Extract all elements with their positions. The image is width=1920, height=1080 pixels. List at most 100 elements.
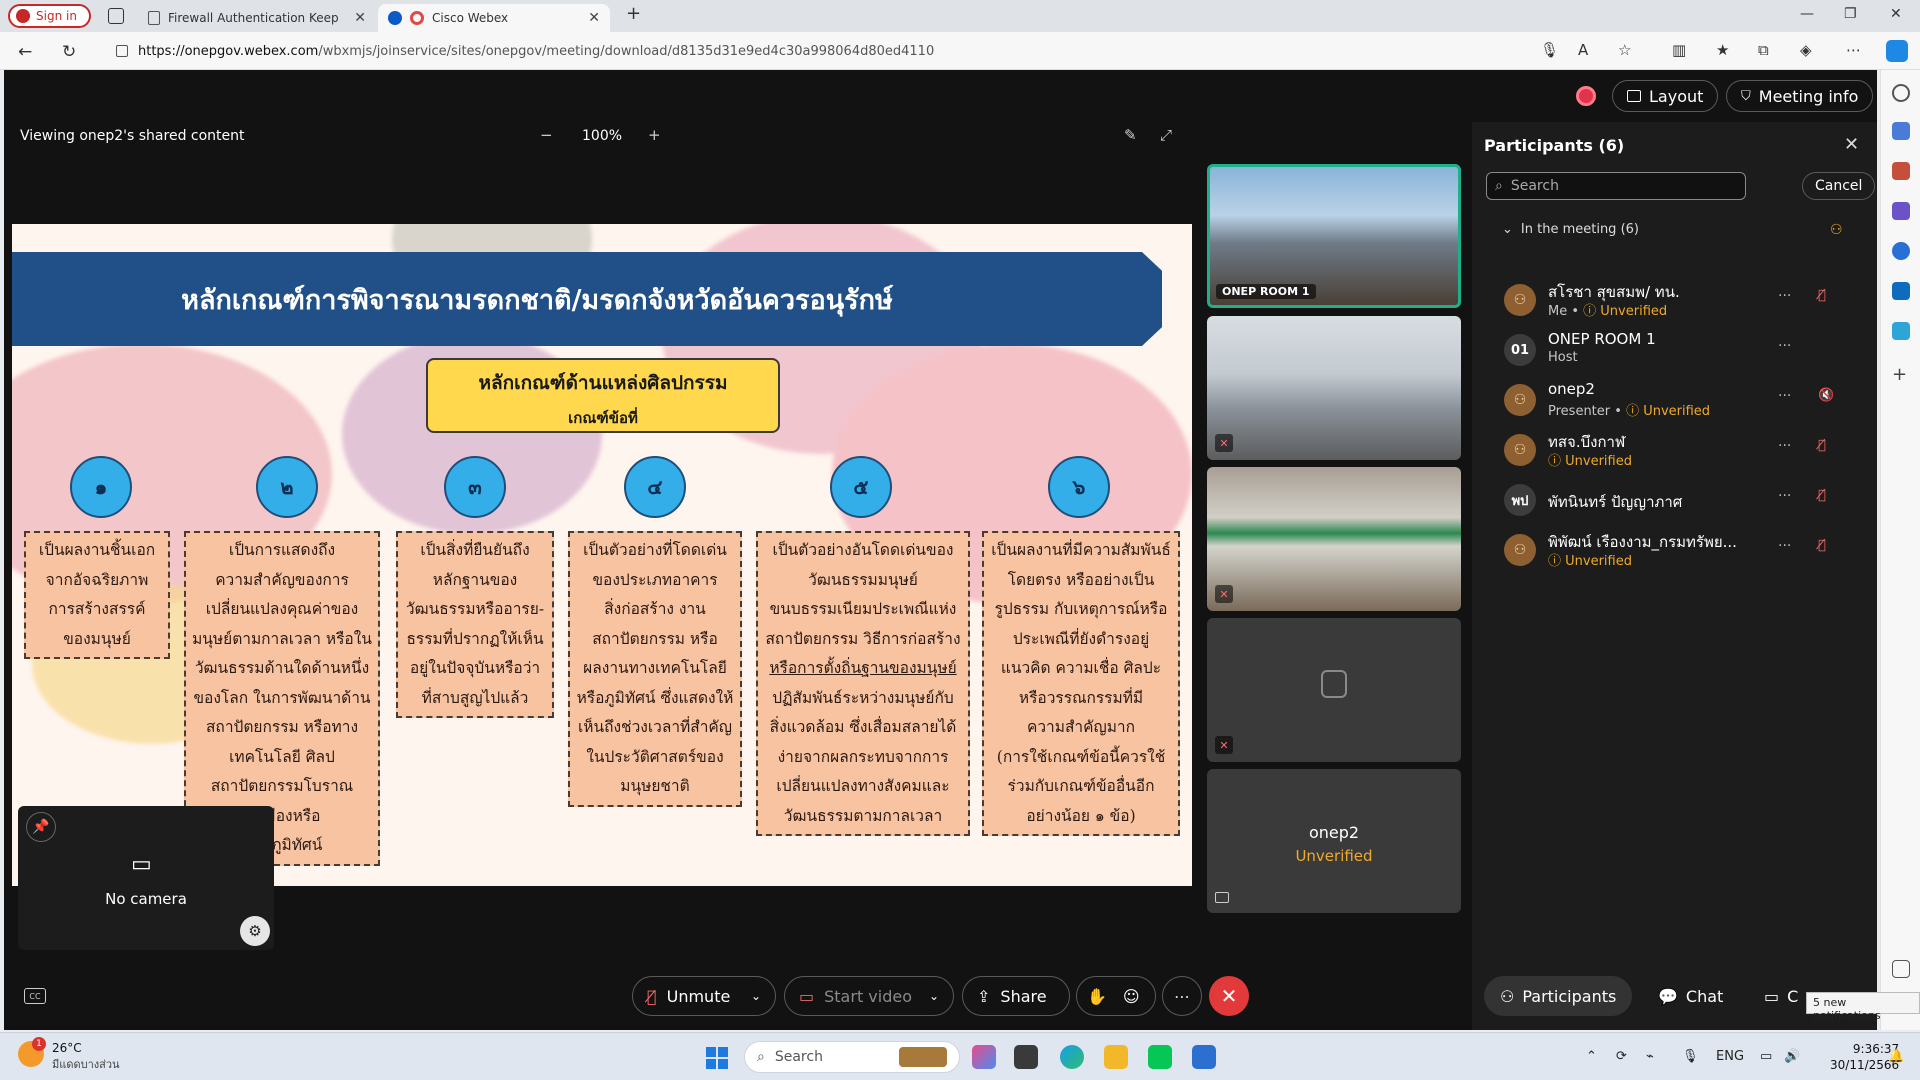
shopping-icon[interactable] (1892, 122, 1910, 140)
cancel-button[interactable]: Cancel (1802, 172, 1876, 200)
weather-widget[interactable]: 1 26°C มีแดดบางส่วน (18, 1037, 120, 1073)
leave-meeting-button[interactable]: ✕ (1209, 976, 1249, 1016)
notifications-toast[interactable]: 5 new notifications (1806, 992, 1920, 1022)
collections-icon[interactable]: ⧉ (1758, 41, 1769, 59)
extensions-icon[interactable]: ◈ (1800, 41, 1812, 59)
muted-mic-icon[interactable]: 🎙̸ (1818, 488, 1826, 503)
more-options-icon[interactable]: ··· (1778, 288, 1791, 304)
task-view-icon[interactable] (1014, 1045, 1038, 1069)
new-tab-icon[interactable]: + (626, 3, 641, 24)
in-meeting-section-header[interactable]: ⌄ In the meeting (6) (1502, 222, 1639, 237)
video-tile[interactable]: ✕ (1207, 467, 1461, 611)
tab-actions-icon[interactable] (108, 8, 124, 24)
fullscreen-icon[interactable]: ⤢ (1160, 126, 1172, 144)
participant-row[interactable]: ⚇ สโรชา สุขสมพ/ ทน. Me • ⓘ Unverified ··… (1472, 278, 1877, 324)
settings-more-icon[interactable]: ⋯ (1846, 41, 1861, 59)
zoom-out-button[interactable]: − (540, 126, 553, 144)
file-explorer-icon[interactable] (1104, 1045, 1128, 1069)
close-tab-icon[interactable]: ✕ (588, 10, 600, 26)
display-icon[interactable]: ▭ (1760, 1049, 1772, 1064)
raise-hand-icon[interactable]: ✋ (1087, 987, 1107, 1006)
muted-mic-icon[interactable]: 🎙̸ (1818, 438, 1826, 453)
more-options-icon[interactable]: ··· (1778, 438, 1791, 454)
edge-app-icon[interactable] (1060, 1045, 1084, 1069)
refresh-icon[interactable]: ↻ (62, 42, 76, 62)
add-sidebar-icon[interactable]: + (1892, 364, 1910, 385)
participant-row[interactable]: พป พัทนินทร์ ปัญญาภาศ ··· 🎙̸ (1472, 478, 1877, 524)
tab-firewall[interactable]: Firewall Authentication Keepalive ✕ (138, 4, 376, 32)
recording-indicator-icon[interactable] (1576, 86, 1596, 106)
closed-captions-icon[interactable]: CC (24, 988, 46, 1004)
drop-icon[interactable] (1892, 322, 1910, 340)
participant-row[interactable]: ⚇ พิพัฒน์ เรืองงาม_กรมทรัพย... ⓘ Unverif… (1472, 528, 1877, 574)
close-window-icon[interactable]: ✕ (1890, 6, 1902, 22)
outlook-icon[interactable] (1892, 282, 1910, 300)
restore-icon[interactable]: ❐ (1844, 6, 1857, 22)
layout-button[interactable]: Layout (1612, 80, 1719, 112)
tab-cisco-webex[interactable]: Cisco Webex ✕ (378, 4, 610, 32)
microphone-icon[interactable]: 🎙 (1682, 1049, 1699, 1064)
favorites-icon[interactable]: ★ (1716, 41, 1729, 59)
more-options-icon[interactable]: ··· (1778, 488, 1791, 504)
network-icon[interactable]: ⌁ (1646, 1049, 1654, 1064)
sidebar-toggle-icon[interactable] (1892, 960, 1910, 978)
line-app-icon[interactable] (1148, 1045, 1172, 1069)
tools-icon[interactable] (1892, 162, 1910, 180)
close-panel-icon[interactable]: ✕ (1844, 134, 1859, 155)
more-panels-button[interactable]: ▭ C (1748, 976, 1814, 1016)
read-aloud-icon[interactable]: A (1578, 41, 1588, 59)
notification-bell-icon[interactable]: 🔔 (1888, 1049, 1904, 1064)
chevron-down-icon[interactable]: ⌄ (751, 989, 761, 1003)
volume-icon[interactable]: 🔊 (1784, 1049, 1800, 1064)
sync-icon[interactable]: ⟳ (1616, 1049, 1627, 1064)
participant-row[interactable]: ⚇ ทสจ.บึงกาฬ ⓘ Unverified ··· 🎙̸ (1472, 428, 1877, 474)
microsoft-365-icon[interactable] (1892, 242, 1910, 260)
site-info-icon[interactable] (116, 45, 128, 57)
participant-row[interactable]: 01 ONEP ROOM 1 Host ··· (1472, 328, 1877, 374)
start-button[interactable] (706, 1047, 728, 1069)
sign-in-button[interactable]: Sign in (8, 4, 91, 28)
video-tile-onep2[interactable]: onep2 Unverified (1207, 769, 1461, 913)
more-options-icon[interactable]: ··· (1778, 338, 1791, 354)
participant-row[interactable]: ⚇ onep2 Presenter • ⓘ Unverified ··· 🔇 (1472, 378, 1877, 424)
language-indicator[interactable]: ENG (1716, 1049, 1744, 1064)
copilot-app-icon[interactable] (972, 1045, 996, 1069)
more-options-button[interactable]: ⋯ (1162, 976, 1202, 1016)
zoom-in-button[interactable]: + (648, 126, 661, 144)
meeting-info-button[interactable]: ⛉ Meeting info (1726, 80, 1874, 112)
minimize-icon[interactable]: — (1800, 6, 1814, 22)
video-tile[interactable]: ✕ (1207, 316, 1461, 460)
speaker-muted-icon[interactable]: 🔇 (1818, 388, 1834, 403)
unmute-button[interactable]: 🎙̸ Unmute ⌄ (632, 976, 776, 1016)
back-icon[interactable]: ← (18, 42, 32, 62)
more-options-icon[interactable]: ··· (1778, 538, 1791, 554)
share-button[interactable]: ⇪ Share (962, 976, 1070, 1016)
pin-icon[interactable]: 📌 (26, 812, 56, 842)
video-tile-onep-room-1[interactable]: ONEP ROOM 1 (1207, 164, 1461, 308)
reactions-icon[interactable]: ☺ (1123, 987, 1140, 1006)
self-view[interactable]: 📌 ▭ No camera ⚙ (18, 806, 274, 950)
annotate-icon[interactable]: ✎ (1124, 126, 1137, 144)
search-icon[interactable] (1892, 84, 1910, 102)
copilot-icon[interactable] (1886, 40, 1908, 62)
taskbar-search-input[interactable]: ⌕ Search (744, 1041, 960, 1073)
chevron-down-icon[interactable]: ⌄ (929, 989, 939, 1003)
notepad-app-icon[interactable] (1192, 1045, 1216, 1069)
chat-tab-button[interactable]: 💬 Chat (1642, 976, 1739, 1016)
microphone-icon[interactable]: 🎙 (1540, 41, 1559, 59)
favorite-star-icon[interactable]: ☆ (1618, 41, 1631, 59)
muted-mic-icon[interactable]: 🎙̸ (1818, 288, 1826, 303)
chevron-up-icon[interactable]: ⌃ (1586, 1049, 1597, 1064)
muted-mic-icon[interactable]: 🎙̸ (1818, 538, 1826, 553)
close-tab-icon[interactable]: ✕ (354, 10, 366, 26)
more-options-icon[interactable]: ··· (1778, 388, 1791, 404)
start-video-button[interactable]: ▭ Start video ⌄ (784, 976, 954, 1016)
url-field[interactable]: https://onepgov.webex.com/wbxmjs/joinser… (116, 38, 1516, 64)
split-screen-icon[interactable]: ▥ (1672, 41, 1686, 59)
participants-tab-button[interactable]: ⚇ Participants (1484, 976, 1633, 1016)
games-icon[interactable] (1892, 202, 1910, 220)
video-tile[interactable]: ✕ (1207, 618, 1461, 762)
gear-icon[interactable]: ⚙ (240, 916, 270, 946)
participant-search-input[interactable]: ⌕ Search (1486, 172, 1746, 200)
admit-user-icon[interactable]: ⚇ (1830, 222, 1843, 238)
